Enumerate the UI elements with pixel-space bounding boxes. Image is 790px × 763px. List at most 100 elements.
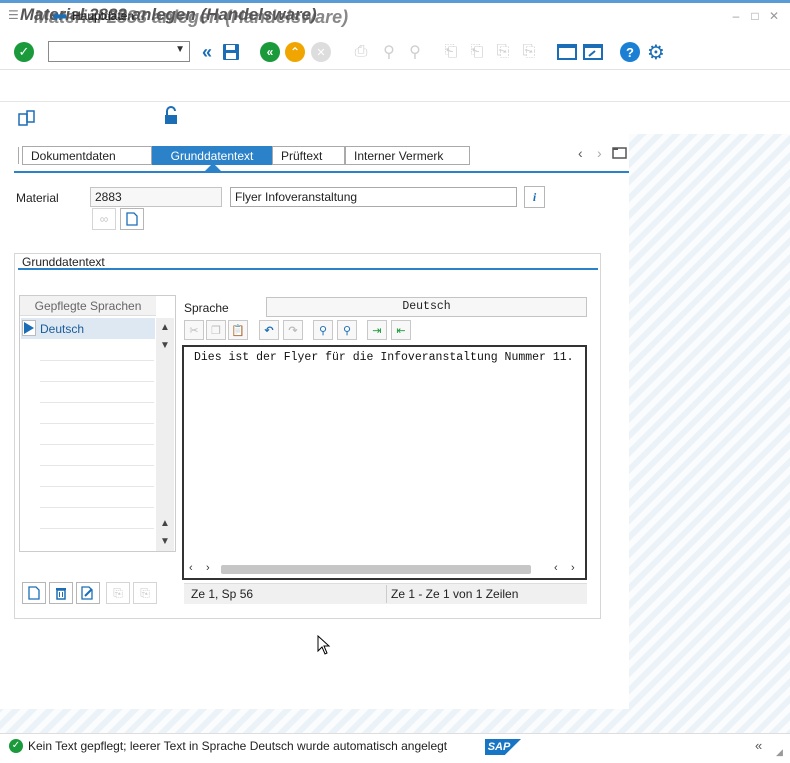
- list-row-divider: [40, 528, 154, 529]
- copy-icon: ⎘: [113, 585, 123, 600]
- scroll-right-end-icon[interactable]: ›: [571, 562, 575, 574]
- tab-dokumentdaten[interactable]: Dokumentdaten: [22, 146, 152, 165]
- help-icon: ?: [620, 42, 640, 62]
- exit-icon: ⌃: [285, 42, 305, 62]
- tab-list-icon[interactable]: [612, 146, 628, 160]
- scroll-left-end-icon[interactable]: ‹: [554, 562, 558, 574]
- language-deutsch[interactable]: Deutsch: [40, 322, 84, 336]
- cut-icon[interactable]: ✂: [184, 320, 204, 340]
- redo-icon[interactable]: ↷: [283, 320, 303, 340]
- find-next-icon[interactable]: ⚲: [404, 41, 426, 63]
- application-toolbar: [0, 102, 790, 134]
- shortcut-button[interactable]: [582, 41, 604, 63]
- exit-button[interactable]: ⌃: [284, 41, 306, 63]
- find-icon[interactable]: ⚲: [313, 320, 333, 340]
- save-icon: [223, 44, 239, 60]
- list-row-divider: [40, 381, 154, 382]
- print-icon[interactable]: ⎙: [350, 41, 372, 63]
- list-row-divider: [40, 444, 154, 445]
- undo-icon[interactable]: ↶: [259, 320, 279, 340]
- sprache-label: Sprache: [184, 301, 229, 315]
- maximize-icon[interactable]: □: [749, 10, 761, 22]
- list-row-divider: [40, 402, 154, 403]
- document-icon: [28, 586, 40, 600]
- lock-icon[interactable]: [162, 106, 180, 126]
- new-language-button[interactable]: [22, 582, 46, 604]
- mouse-cursor-icon: [317, 634, 331, 655]
- find-replace-icon[interactable]: ⚲: [337, 320, 357, 340]
- last-page-icon[interactable]: ⎘: [518, 41, 540, 63]
- hauptdaten-button[interactable]: ⬅ Hauptdaten: [52, 7, 135, 25]
- scroll-page-up-icon[interactable]: ▲: [158, 518, 172, 529]
- tab-underline: [14, 171, 629, 173]
- tab-scroll-left-icon[interactable]: ‹: [578, 145, 583, 161]
- back-button[interactable]: «: [259, 41, 281, 63]
- info-button[interactable]: i: [524, 186, 545, 208]
- resize-grip-icon: ◢: [776, 747, 783, 757]
- material-label: Material: [16, 191, 59, 205]
- settings-gear-icon[interactable]: ⚙: [645, 41, 667, 64]
- group-title: Grunddatentext: [22, 255, 105, 269]
- save-button[interactable]: [220, 41, 242, 63]
- new-document-button[interactable]: [120, 208, 144, 230]
- previous-page-icon[interactable]: ⎗: [466, 41, 488, 63]
- copy-icon[interactable]: ❐: [206, 320, 226, 340]
- first-page-icon[interactable]: ⎗: [440, 41, 462, 63]
- collapse-command-field-icon[interactable]: «: [196, 41, 218, 63]
- export-icon[interactable]: ⇤: [391, 320, 411, 340]
- help-button[interactable]: ?: [619, 41, 641, 63]
- enter-button[interactable]: ✓: [13, 41, 35, 63]
- list-row-divider: [40, 360, 154, 361]
- glasses-icon: ∞: [99, 212, 109, 226]
- create-session-button[interactable]: [556, 41, 578, 63]
- system-toolbar: ✓ ▼ « « ⌃ ✕ ⎙ ⚲ ⚲ ⎗ ⎗ ⎘ ⎘ ? ⚙: [0, 36, 790, 70]
- list-row-divider: [40, 507, 154, 508]
- material-description-field[interactable]: Flyer Infoveranstaltung: [230, 187, 517, 207]
- cancel-button[interactable]: ✕: [310, 41, 332, 63]
- row-selector[interactable]: [22, 320, 36, 336]
- line-info: Ze 1 - Ze 1 von 1 Zeilen: [391, 587, 519, 601]
- new-session-icon: [557, 44, 577, 60]
- title-area: [0, 70, 790, 102]
- edit-document-icon: [81, 586, 93, 600]
- other-view-icon[interactable]: [17, 108, 37, 128]
- status-message[interactable]: Kein Text gepflegt; leerer Text in Sprac…: [28, 739, 447, 753]
- scroll-up-icon[interactable]: ▲: [158, 322, 172, 333]
- list-row-divider: [40, 486, 154, 487]
- hauptdaten-label: Hauptdaten: [72, 9, 135, 23]
- material-number-field: 2883: [90, 187, 222, 207]
- scroll-page-down-icon[interactable]: ▼: [158, 536, 172, 547]
- editor-text[interactable]: Dies ist der Flyer für die Infoveranstal…: [194, 351, 574, 364]
- languages-scrollbar[interactable]: [156, 318, 174, 551]
- cancel-icon: ✕: [311, 42, 331, 62]
- close-icon[interactable]: ✕: [768, 10, 780, 22]
- group-title-underline: [18, 268, 598, 270]
- delete-button[interactable]: [49, 582, 73, 604]
- find-icon[interactable]: ⚲: [378, 41, 400, 63]
- scroll-left-icon[interactable]: ‹: [189, 562, 193, 574]
- command-field[interactable]: ▼: [48, 41, 190, 62]
- active-tab-indicator: [205, 163, 221, 171]
- scroll-right-icon[interactable]: ›: [206, 562, 210, 574]
- copy-text-button: ⎘: [106, 582, 130, 604]
- insert-icon: ⎘: [140, 585, 150, 600]
- document-icon: [126, 212, 138, 226]
- scroll-thumb[interactable]: [221, 565, 531, 574]
- minimize-icon[interactable]: –: [730, 10, 742, 22]
- import-icon[interactable]: ⇥: [367, 320, 387, 340]
- list-row-divider: [40, 423, 154, 424]
- checkmark-icon: ✓: [14, 42, 34, 62]
- scroll-down-icon[interactable]: ▼: [158, 340, 172, 351]
- chevron-down-icon: ▼: [175, 44, 185, 55]
- paste-icon[interactable]: 📋: [228, 320, 248, 340]
- tab-scroll-right-icon[interactable]: ›: [597, 145, 602, 161]
- cursor-position: Ze 1, Sp 56: [191, 587, 254, 601]
- next-page-icon[interactable]: ⎘: [492, 41, 514, 63]
- trash-icon: [56, 588, 66, 600]
- edit-text-button[interactable]: [76, 582, 100, 604]
- tab-interner-vermerk[interactable]: Interner Vermerk: [345, 146, 470, 165]
- text-editor[interactable]: [182, 345, 587, 580]
- expand-status-icon[interactable]: «: [755, 738, 762, 753]
- tab-prueftext[interactable]: Prüftext: [272, 146, 345, 165]
- insert-text-button: ⎘: [133, 582, 157, 604]
